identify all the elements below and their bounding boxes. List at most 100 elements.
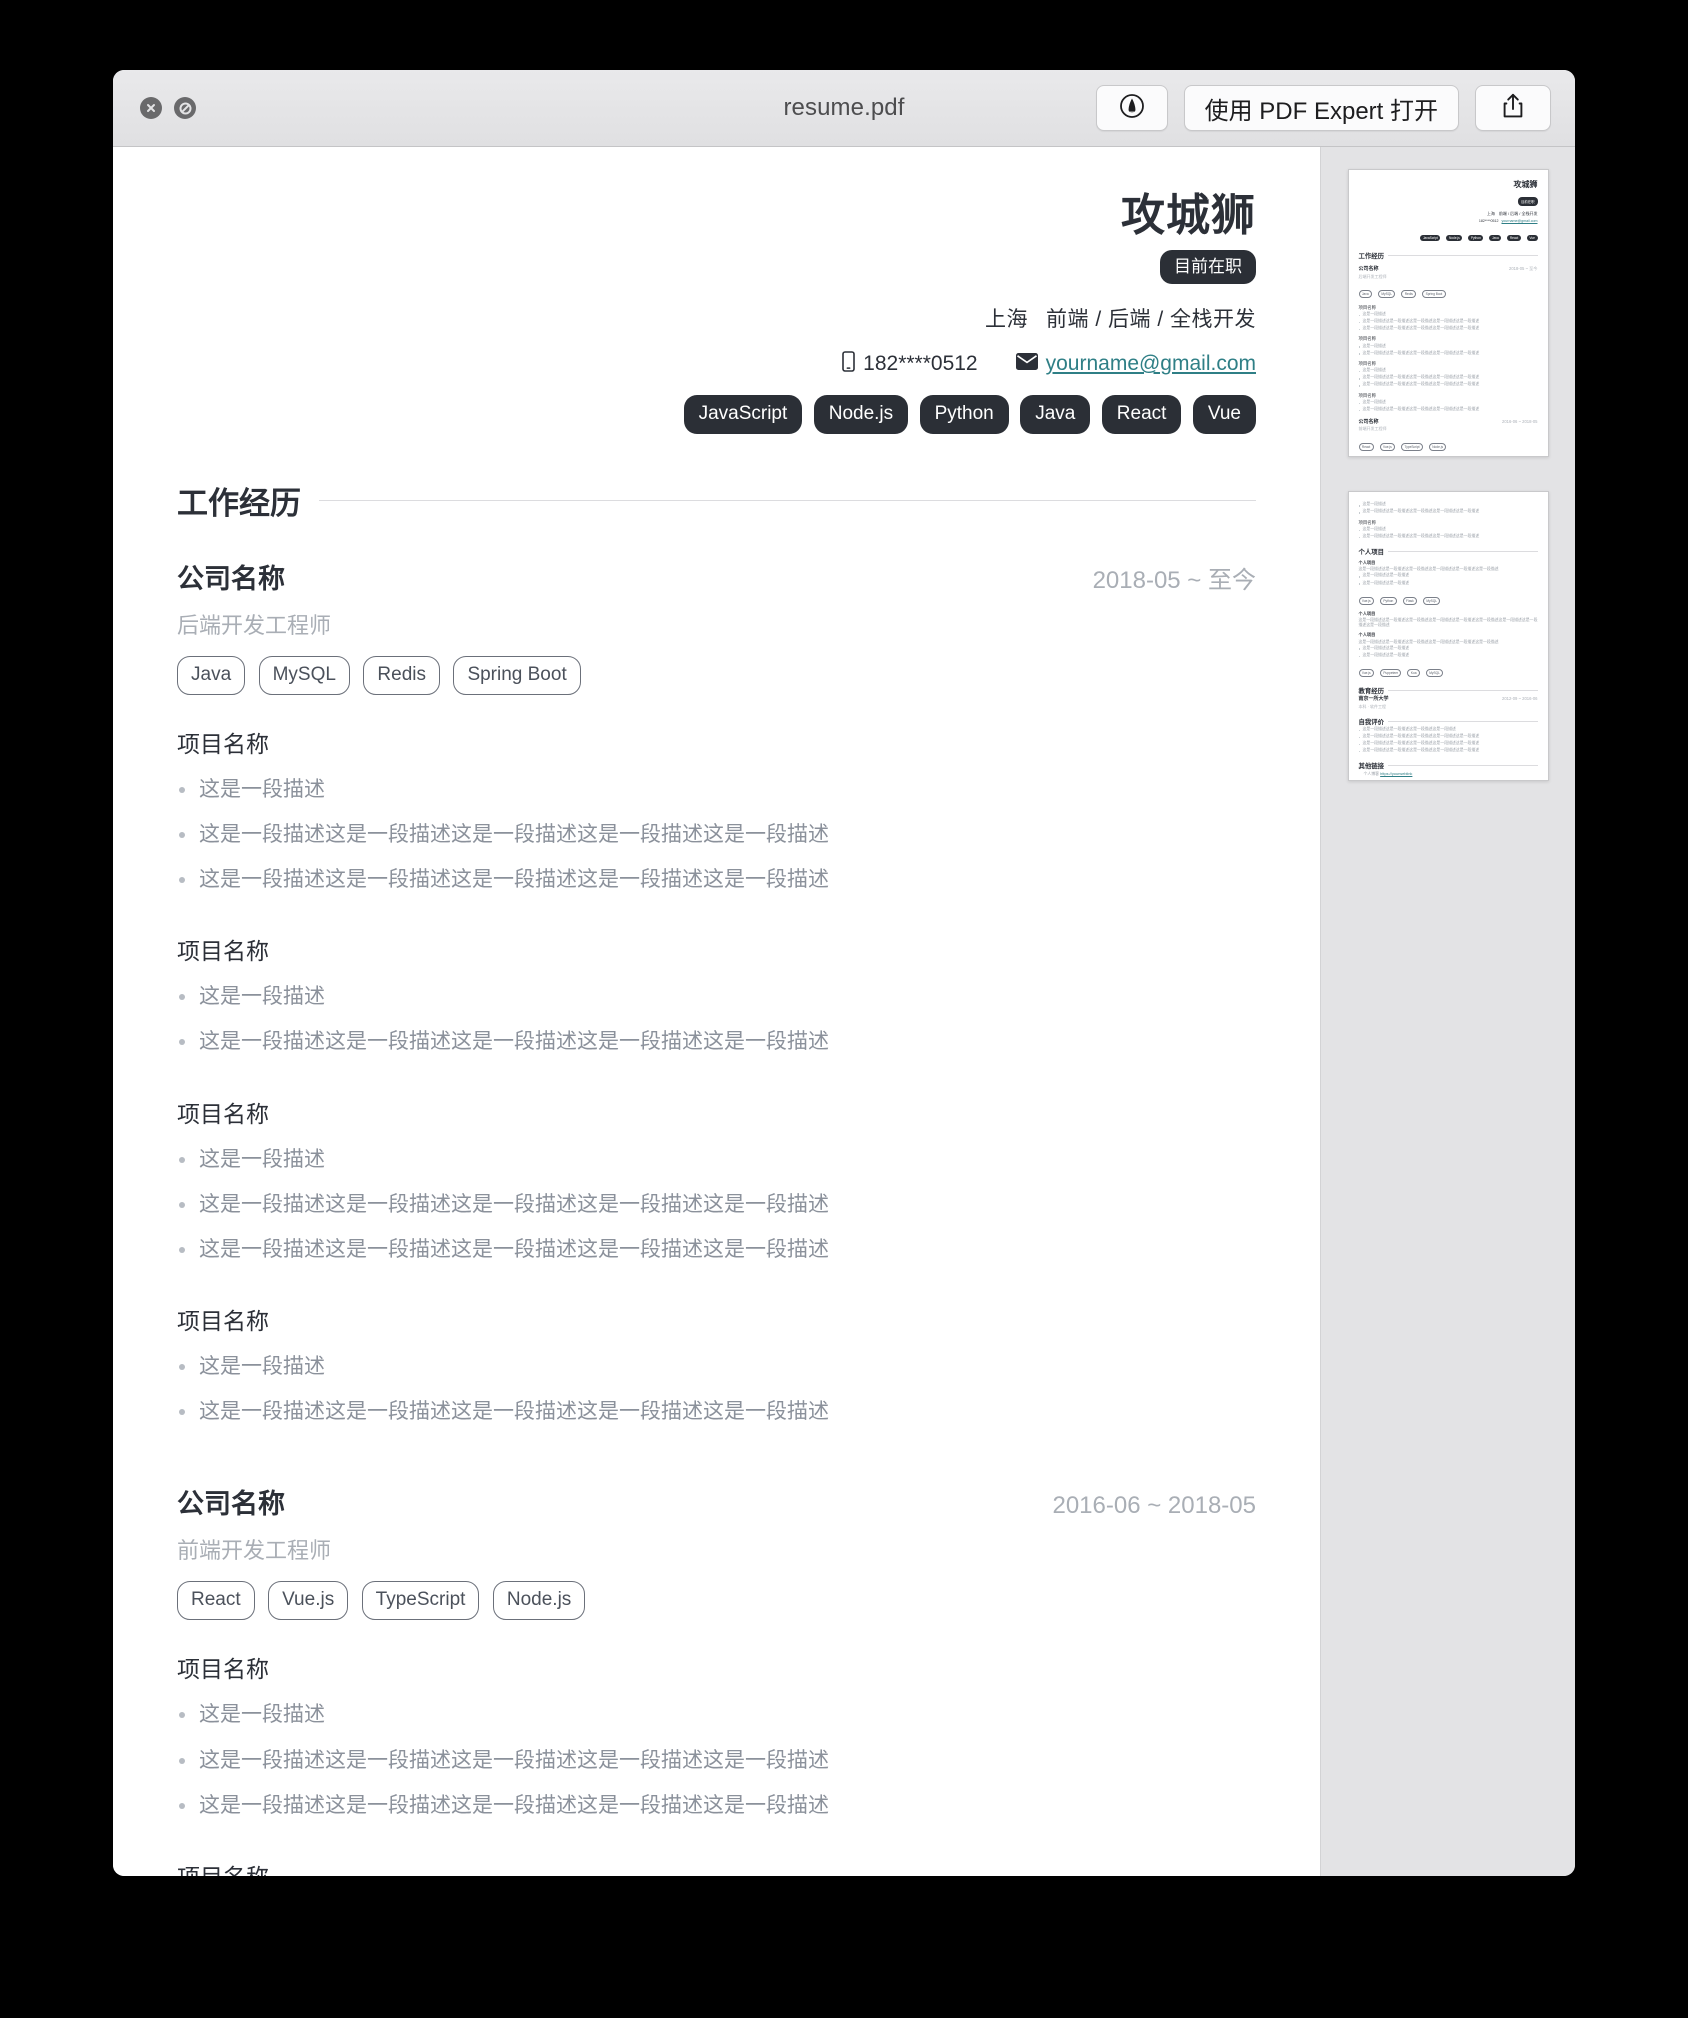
- job-header: 公司名称 2016-06 ~ 2018-05: [177, 1482, 1256, 1521]
- thumb-job-header: 公司名称 2018-05 ~ 至今: [1359, 265, 1538, 272]
- thumb-chip: Puppeteer: [1379, 668, 1402, 678]
- thumb-bullet: 这是一段描述这是一段描述: [1358, 652, 1538, 659]
- thumb-bullet: 这是一段描述这是一段描述这是一段描述这是一段描述这是一段描述: [1358, 747, 1538, 754]
- thumb-name: 攻城狮: [1513, 180, 1538, 189]
- window-body: 攻城狮 目前在职 上海 前端 / 后端 / 全栈开发 182****0512 y…: [113, 147, 1575, 1876]
- phone-icon: [842, 350, 855, 378]
- bullet-text: 这是一段描述这是一段描述这是一段描述这是一段描述这是一段描述: [199, 822, 829, 846]
- bullet-item: 这是一段描述这是一段描述这是一段描述这是一段描述这是一段描述: [177, 1738, 1256, 1783]
- bullet-text: 这是一段描述: [199, 1147, 325, 1171]
- bullet-item: 这是一段描述这是一段描述这是一段描述这是一段描述这是一段描述: [177, 1389, 1256, 1434]
- thumb-bullet: 这是一段描述: [1358, 501, 1538, 508]
- open-with-pdf-expert-button[interactable]: 使用 PDF Expert 打开: [1183, 85, 1459, 131]
- thumb-tag: Python: [1468, 234, 1484, 242]
- share-button[interactable]: [1475, 85, 1551, 131]
- thumb-email: yourname@gmail.com: [1501, 219, 1538, 223]
- bullet-item: 这是一段描述这是一段描述这是一段描述这是一段描述这是一段描述: [177, 857, 1256, 902]
- bullet-dot: [179, 1712, 185, 1719]
- thumbnail-page-1[interactable]: 攻城狮 目前在职 上海 前端 / 后端 / 全栈开发 182****0512 y…: [1347, 169, 1549, 457]
- markup-button[interactable]: [1095, 85, 1168, 131]
- close-button[interactable]: [140, 97, 162, 119]
- bullet-item: 这是一段描述: [177, 1137, 1256, 1182]
- thumb-bullet: 这是一段描述这是一段描述: [1358, 644, 1538, 651]
- thumb-bullet: 这是一段描述这是一段描述这是一段描述这是一段描述这是一段描述: [1358, 318, 1538, 325]
- project-bullets: 这是一段描述 这是一段描述这是一段描述这是一段描述这是一段描述这是一段描述 这是…: [177, 1137, 1256, 1273]
- thumb-section-title: 工作经历: [1358, 253, 1385, 260]
- bullet-item: 这是一段描述: [177, 1344, 1256, 1389]
- share-icon: [1500, 92, 1526, 125]
- bullet-text: 这是一段描述: [199, 777, 325, 801]
- thumb-chip: Flask: [1402, 596, 1418, 606]
- thumb-chip: Vue.js: [1379, 442, 1396, 451]
- job-company: 公司名称: [177, 563, 285, 594]
- bullet-item: 这是一段描述这是一段描述这是一段描述这是一段描述这是一段描述: [177, 812, 1256, 857]
- job-entry: 公司名称 2016-06 ~ 2018-05 前端开发工程师 React Vue…: [177, 1482, 1256, 1876]
- thumb-section-divider: [1388, 690, 1538, 691]
- job-chip: Node.js: [492, 1581, 586, 1621]
- thumb-link-url: https://yourweblink: [1376, 779, 1408, 780]
- bullet-dot: [179, 1757, 185, 1764]
- thumb-school: 南京一所大学: [1358, 696, 1389, 703]
- pdf-preview-window: resume.pdf 使用 PDF Expert 打开 攻城狮 目前在职 上海 …: [113, 70, 1575, 1876]
- thumb-link-row: Github https://yourweblink: [1359, 779, 1538, 780]
- email-link[interactable]: yourname@gmail.com: [1046, 352, 1256, 376]
- job-chip: React: [177, 1581, 255, 1621]
- bullet-dot: [179, 1201, 185, 1208]
- status-badge-row: 目前在职: [177, 249, 1256, 284]
- job-header: 公司名称 2018-05 ~ 至今: [177, 557, 1256, 596]
- bullet-dot: [179, 1039, 185, 1046]
- thumb-school-major: 本科 · 软件工程: [1358, 703, 1387, 709]
- window-titlebar: resume.pdf 使用 PDF Expert 打开: [113, 70, 1575, 147]
- thumb-chip: Vue.js: [1358, 596, 1375, 606]
- markup-pen-icon: [1117, 91, 1147, 126]
- thumb-tag-list: JavaScript Node.js Python Java React Vue: [1359, 226, 1538, 244]
- bullet-dot: [179, 1156, 185, 1163]
- thumb-bullet: 这是一段描述: [1358, 526, 1538, 533]
- thumb-bullet: 这是一段描述这是一段描述这是一段描述这是一段描述这是一段描述: [1358, 381, 1538, 388]
- thumb-company: 公司名称: [1358, 418, 1379, 425]
- project-title: 项目名称: [177, 1308, 269, 1335]
- bullet-dot: [179, 1246, 185, 1253]
- thumb-chip: Redis: [1401, 289, 1417, 299]
- job-date: 2018-05 ~ 至今: [1092, 566, 1256, 594]
- thumbnail-sidebar[interactable]: 攻城狮 目前在职 上海 前端 / 后端 / 全栈开发 182****0512 y…: [1321, 147, 1575, 1876]
- thumb-date: 2016-06 ~ 2018-05: [1501, 418, 1538, 424]
- resume-location: 上海: [984, 307, 1028, 331]
- job-chip: Redis: [363, 655, 440, 695]
- thumb-section-divider: [1388, 255, 1538, 256]
- job-chip: TypeScript: [361, 1581, 480, 1621]
- bullet-text: 这是一段描述: [199, 1703, 325, 1727]
- thumb-bullet: 这是一段描述: [1358, 311, 1538, 318]
- thumb-section-header: 教育经历: [1359, 686, 1538, 695]
- block-button[interactable]: [174, 97, 196, 119]
- thumb-chip: MySQL: [1377, 289, 1396, 299]
- skill-tag: React: [1101, 394, 1182, 434]
- thumb-bullet: 这是一段描述这是一段描述这是一段描述这是一段描述这是一段描述: [1358, 349, 1538, 356]
- resume-meta: 上海 前端 / 后端 / 全栈开发: [177, 303, 1256, 333]
- toolbar-actions: 使用 PDF Expert 打开: [1095, 85, 1551, 131]
- thumbnail-page-2[interactable]: 这是一段描述 这是一段描述这是一段描述这是一段描述这是一段描述这是一段描述 项目…: [1347, 491, 1549, 781]
- thumb-chip: Java: [1358, 289, 1373, 299]
- thumb-date: 2018-05 ~ 至今: [1508, 266, 1538, 271]
- thumb-bullet: 这是一段描述: [1358, 342, 1538, 349]
- thumb-section-header: 其他链接: [1359, 761, 1538, 770]
- thumb-tag: Node.js: [1446, 234, 1463, 242]
- envelope-icon: [1015, 352, 1038, 376]
- thumb-project-para: 这是一段描述这是一段描述这是一段描述这是一段描述这是一段描述这是一段描述这是一段…: [1358, 617, 1538, 628]
- bullet-dot: [179, 1364, 185, 1371]
- thumb-section-title: 自我评价: [1358, 718, 1385, 726]
- bullet-item: 这是一段描述: [177, 974, 1256, 1019]
- skill-tag-list: JavaScript Node.js Python Java React Vue: [177, 394, 1256, 434]
- bullet-text: 这是一段描述这是一段描述这是一段描述这是一段描述这是一段描述: [199, 1030, 829, 1054]
- thumb-meta: 上海 前端 / 后端 / 全栈开发: [1486, 211, 1538, 216]
- thumb-section-divider: [1388, 720, 1538, 722]
- bullet-dot: [179, 994, 185, 1001]
- thumb-section-title: 个人项目: [1358, 548, 1385, 556]
- thumb-chip: Koa: [1407, 668, 1420, 678]
- document-pane[interactable]: 攻城狮 目前在职 上海 前端 / 后端 / 全栈开发 182****0512 y…: [113, 147, 1321, 1876]
- job-chip: Vue.js: [268, 1581, 349, 1621]
- bullet-text: 这是一段描述这是一段描述这是一段描述这是一段描述这是一段描述: [199, 1748, 829, 1772]
- resume-roles: 前端 / 后端 / 全栈开发: [1045, 307, 1256, 331]
- bullet-text: 这是一段描述这是一段描述这是一段描述这是一段描述这是一段描述: [199, 1793, 829, 1817]
- thumb-bullet: 这是一段描述这是一段描述这是一段描述这是一段描述这是一段描述: [1358, 533, 1538, 540]
